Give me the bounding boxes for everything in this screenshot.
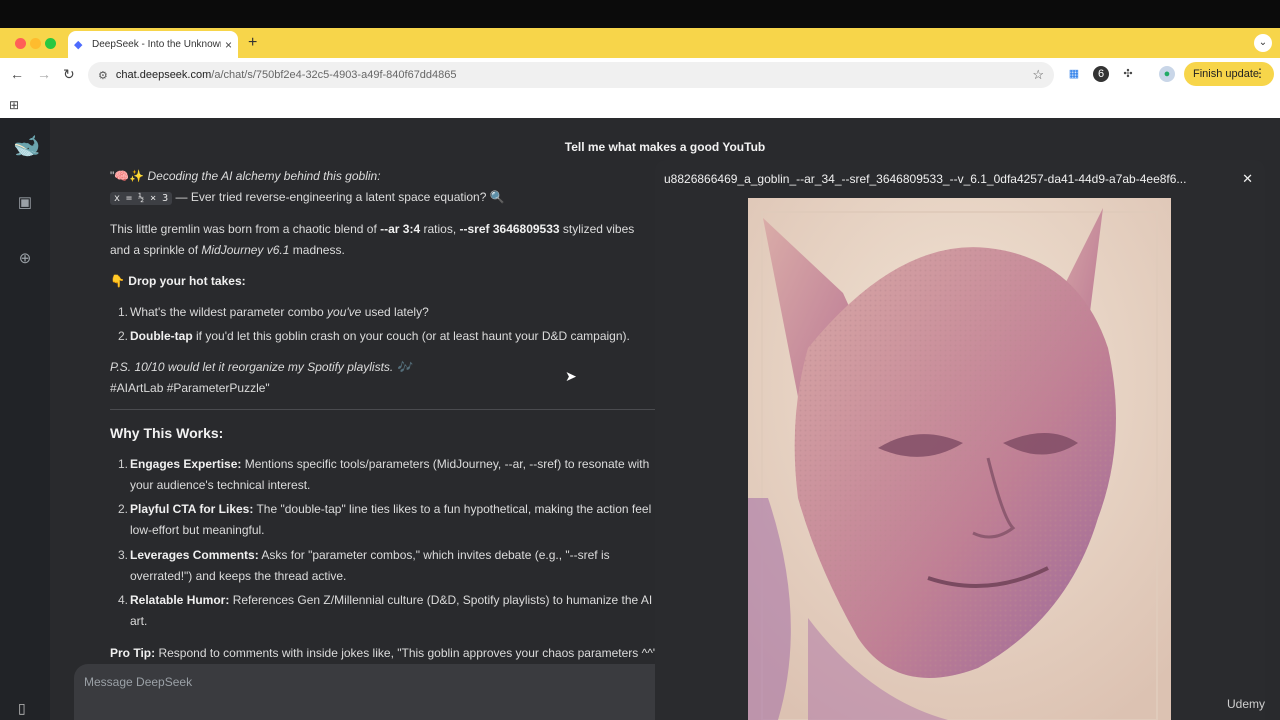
letterbox-top bbox=[0, 0, 1280, 28]
list-number: 4. bbox=[118, 593, 129, 607]
w4-text-cont: art. bbox=[130, 614, 148, 628]
back-arrow-icon[interactable]: ← bbox=[10, 66, 24, 82]
goblin-image bbox=[748, 198, 1171, 720]
profile-avatar-icon[interactable]: ● bbox=[1159, 66, 1175, 82]
q1-emph: you've bbox=[327, 305, 362, 319]
viewer-close-icon[interactable]: ✕ bbox=[1242, 171, 1253, 187]
message-composer[interactable]: Message DeepSeek bbox=[74, 664, 655, 720]
mobile-app-icon[interactable]: ▯ bbox=[18, 700, 26, 717]
image-viewer: u8826866469_a_goblin_--ar_34_--sref_3646… bbox=[655, 160, 1265, 720]
intro-emoji: "🧠✨ bbox=[110, 169, 145, 183]
w4-text: References Gen Z/Millennial culture (D&D… bbox=[229, 593, 653, 607]
para1-text: madness. bbox=[289, 243, 345, 257]
chat-message: "🧠✨ Decoding the AI alchemy behind this … bbox=[110, 166, 655, 666]
deepseek-logo-icon[interactable]: 🐋 bbox=[13, 135, 40, 157]
tab-strip: ◆ DeepSeek - Into the Unknown × + ⌄ bbox=[0, 28, 1280, 58]
bookmarks-bar: ⊞ bbox=[0, 92, 1280, 118]
sidebar-toggle-icon[interactable]: ▣ bbox=[15, 193, 35, 213]
minimize-window-button[interactable] bbox=[30, 38, 41, 49]
finish-update-label: Finish update bbox=[1193, 68, 1260, 80]
ps-text: P.S. 10/10 would let it reorganize my Sp… bbox=[110, 360, 412, 374]
tip-text: Respond to comments with inside jokes li… bbox=[155, 646, 655, 660]
url-path: /a/chat/s/750bf2e4-32c5-4903-a49f-840f67… bbox=[211, 69, 457, 81]
drop-heading: 👇 Drop your hot takes: bbox=[110, 274, 246, 288]
tab-deepseek[interactable]: ◆ DeepSeek - Into the Unknown × bbox=[68, 31, 238, 58]
mouse-cursor-icon: ➤ bbox=[565, 368, 577, 384]
q2-text: if you'd let this goblin crash on your c… bbox=[192, 329, 630, 343]
para1-text: stylized vibes bbox=[559, 222, 635, 236]
deepseek-favicon-icon: ◆ bbox=[74, 38, 83, 51]
equation-follow: — Ever tried reverse-engineering a laten… bbox=[175, 190, 505, 204]
chat-title: Tell me what makes a good YouTub bbox=[564, 140, 766, 154]
list-number: 2. bbox=[118, 329, 129, 343]
list-number: 1. bbox=[118, 457, 129, 471]
divider bbox=[110, 409, 655, 410]
message-input[interactable]: Message DeepSeek bbox=[84, 675, 192, 689]
w2-text: The "double-tap" line ties likes to a fu… bbox=[253, 502, 652, 516]
tab-title: DeepSeek - Into the Unknown bbox=[92, 39, 221, 50]
w1-text-cont: your audience's technical interest. bbox=[130, 478, 311, 492]
url-host: chat.deepseek.com bbox=[115, 69, 212, 81]
w3-text: Asks for "parameter combos," which invit… bbox=[258, 548, 610, 562]
w1-bold: Engages Expertise: bbox=[130, 457, 242, 471]
extension-badge-icon[interactable]: 6 bbox=[1093, 66, 1109, 82]
para1-sref: --sref 3646809533 bbox=[459, 222, 560, 236]
address-bar[interactable]: ⚙ chat.deepseek.com/a/chat/s/750bf2e4-32… bbox=[88, 62, 1054, 88]
bookmark-star-icon[interactable]: ☆ bbox=[1032, 67, 1044, 83]
q2-bold: Double-tap bbox=[130, 329, 193, 343]
deepseek-app: 🐋 ▣ ⊕ ▯ Tell me what makes a good YouTub… bbox=[0, 118, 1280, 720]
w2-text-cont: low-effort but meaningful. bbox=[130, 523, 265, 537]
finish-update-button[interactable]: Finish update ⋮ bbox=[1184, 62, 1274, 86]
tab-close-icon[interactable]: × bbox=[225, 38, 232, 52]
browser-toolbar: ← → ↻ ⚙ chat.deepseek.com/a/chat/s/750bf… bbox=[0, 58, 1280, 92]
extensions-puzzle-icon[interactable]: ✣ bbox=[1120, 66, 1136, 82]
udemy-watermark: Udemy bbox=[1227, 697, 1266, 711]
w3-text-cont: overrated!") and keeps the thread active… bbox=[130, 569, 347, 583]
more-menu-icon[interactable]: ⋮ bbox=[1254, 66, 1266, 80]
w3-bold: Leverages Comments: bbox=[130, 548, 259, 562]
w1-text: Mentions specific tools/parameters (MidJ… bbox=[241, 457, 650, 471]
apps-grid-icon[interactable]: ⊞ bbox=[9, 98, 19, 112]
para1-mj: MidJourney v6.1 bbox=[201, 243, 290, 257]
why-heading: Why This Works: bbox=[110, 425, 224, 441]
para1-ar: --ar 3:4 bbox=[380, 222, 421, 236]
equation-code: x = ½ × 3 bbox=[110, 192, 173, 205]
new-tab-icon[interactable]: + bbox=[248, 34, 257, 52]
tip-bold: Pro Tip: bbox=[110, 646, 156, 660]
q1-text: What's the wildest parameter combo bbox=[130, 305, 328, 319]
extension-calendar-icon[interactable]: ▦ bbox=[1066, 66, 1082, 82]
hashtags: #AIArtLab #ParameterPuzzle" bbox=[110, 381, 270, 395]
para1-text: This little gremlin was born from a chao… bbox=[110, 222, 381, 236]
para1-text: ratios, bbox=[420, 222, 460, 236]
list-number: 1. bbox=[118, 305, 129, 319]
site-settings-icon[interactable]: ⚙ bbox=[98, 69, 108, 82]
para1-text: and a sprinkle of bbox=[110, 243, 202, 257]
w2-bold: Playful CTA for Likes: bbox=[130, 502, 254, 516]
image-filename: u8826866469_a_goblin_--ar_34_--sref_3646… bbox=[664, 172, 1187, 186]
w4-bold: Relatable Humor: bbox=[130, 593, 230, 607]
forward-arrow-icon[interactable]: → bbox=[37, 66, 51, 82]
close-window-button[interactable] bbox=[15, 38, 26, 49]
tab-search-chevron-icon[interactable]: ⌄ bbox=[1254, 34, 1272, 52]
sidebar: 🐋 ▣ ⊕ ▯ bbox=[0, 118, 50, 720]
maximize-window-button[interactable] bbox=[45, 38, 56, 49]
list-number: 3. bbox=[118, 548, 129, 562]
q1-text: used lately? bbox=[361, 305, 429, 319]
new-chat-icon[interactable]: ⊕ bbox=[15, 249, 35, 269]
list-number: 2. bbox=[118, 502, 129, 516]
intro-text: Decoding the AI alchemy behind this gobl… bbox=[147, 169, 381, 183]
goblin-portrait-illustration bbox=[748, 198, 1171, 720]
reload-icon[interactable]: ↻ bbox=[63, 66, 75, 83]
browser-chrome: ◆ DeepSeek - Into the Unknown × + ⌄ ← → … bbox=[0, 28, 1280, 118]
